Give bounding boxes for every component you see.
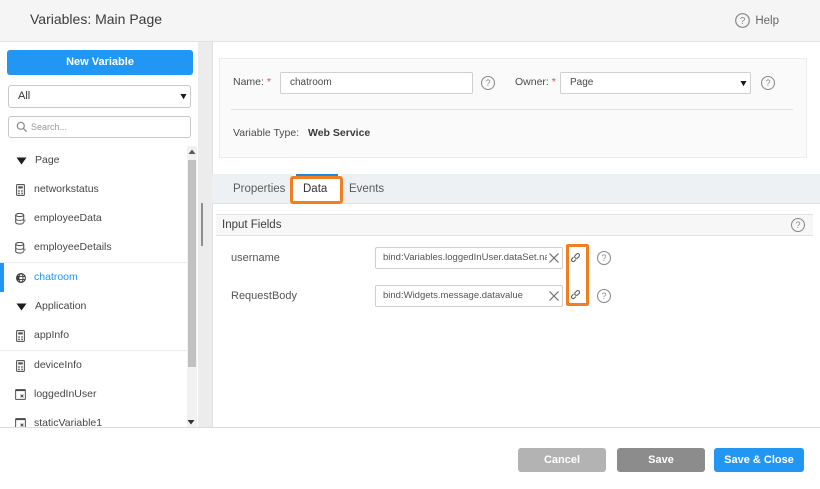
svg-text:?: ? [740,16,746,27]
